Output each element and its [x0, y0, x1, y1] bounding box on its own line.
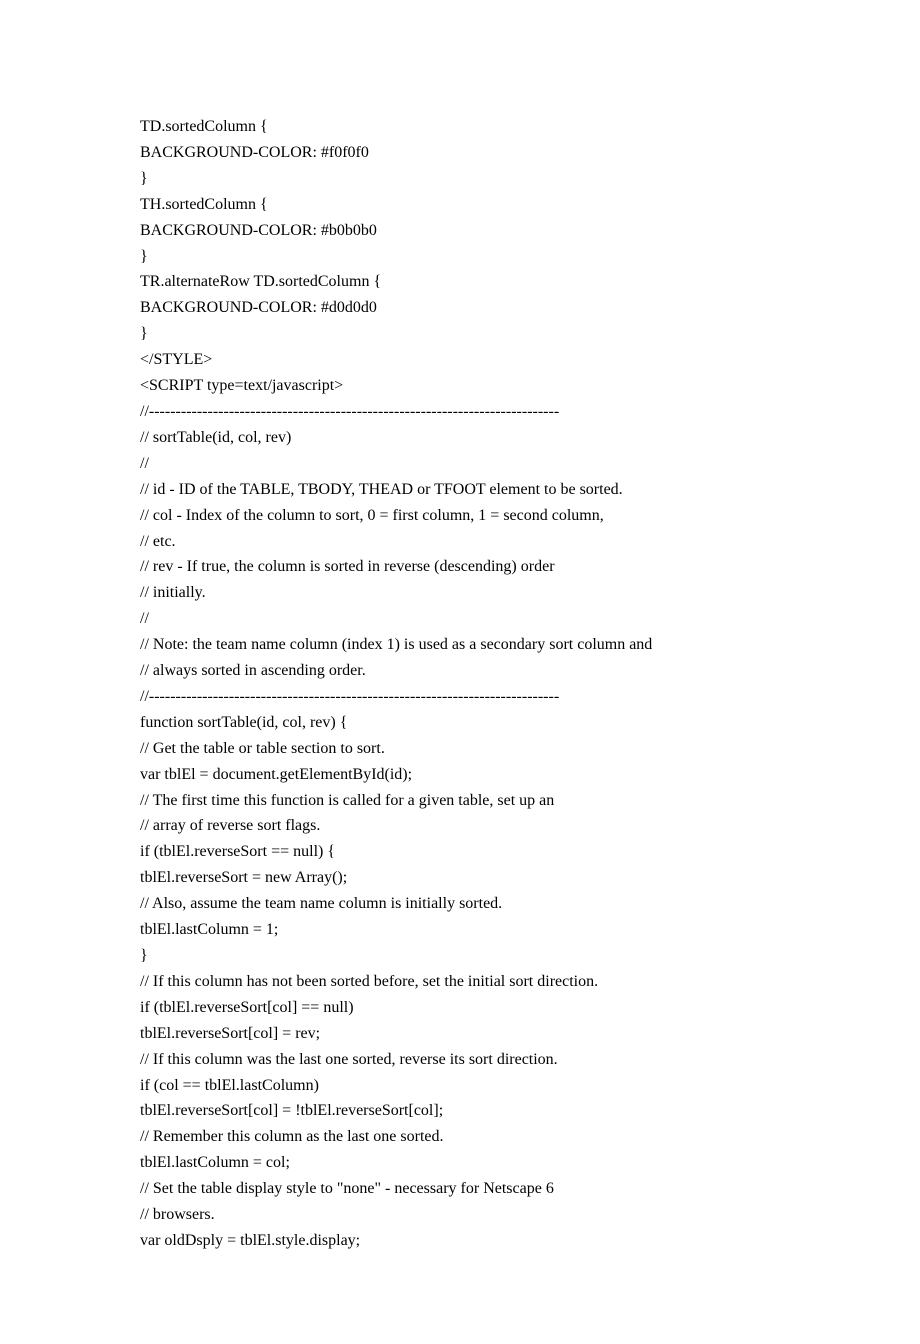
code-line: <SCRIPT type=text/javascript> — [140, 373, 780, 399]
document-page: TD.sortedColumn {BACKGROUND-COLOR: #f0f0… — [0, 0, 920, 1344]
code-line: // array of reverse sort flags. — [140, 813, 780, 839]
code-line: // sortTable(id, col, rev) — [140, 425, 780, 451]
code-line: //--------------------------------------… — [140, 684, 780, 710]
code-line: } — [140, 166, 780, 192]
code-line: if (tblEl.reverseSort[col] == null) — [140, 995, 780, 1021]
code-line: TR.alternateRow TD.sortedColumn { — [140, 269, 780, 295]
code-line: // If this column was the last one sorte… — [140, 1047, 780, 1073]
code-line: // browsers. — [140, 1202, 780, 1228]
code-line: // If this column has not been sorted be… — [140, 969, 780, 995]
code-line: // — [140, 606, 780, 632]
code-line: tblEl.reverseSort[col] = rev; — [140, 1021, 780, 1047]
code-line: } — [140, 244, 780, 270]
code-line: // always sorted in ascending order. — [140, 658, 780, 684]
code-line: BACKGROUND-COLOR: #b0b0b0 — [140, 218, 780, 244]
code-line: // rev - If true, the column is sorted i… — [140, 554, 780, 580]
code-line: TH.sortedColumn { — [140, 192, 780, 218]
code-line: var oldDsply = tblEl.style.display; — [140, 1228, 780, 1254]
code-line: // — [140, 451, 780, 477]
code-line: // Get the table or table section to sor… — [140, 736, 780, 762]
code-line: tblEl.reverseSort[col] = !tblEl.reverseS… — [140, 1098, 780, 1124]
code-line: // Also, assume the team name column is … — [140, 891, 780, 917]
code-line: // Set the table display style to "none"… — [140, 1176, 780, 1202]
code-line: // etc. — [140, 529, 780, 555]
code-listing: TD.sortedColumn {BACKGROUND-COLOR: #f0f0… — [140, 114, 780, 1254]
code-line: // initially. — [140, 580, 780, 606]
code-line: TD.sortedColumn { — [140, 114, 780, 140]
code-line: BACKGROUND-COLOR: #d0d0d0 — [140, 295, 780, 321]
code-line: // id - ID of the TABLE, TBODY, THEAD or… — [140, 477, 780, 503]
code-line: // The first time this function is calle… — [140, 788, 780, 814]
code-line: tblEl.lastColumn = 1; — [140, 917, 780, 943]
code-line: } — [140, 321, 780, 347]
code-line: BACKGROUND-COLOR: #f0f0f0 — [140, 140, 780, 166]
code-line: if (tblEl.reverseSort == null) { — [140, 839, 780, 865]
code-line: function sortTable(id, col, rev) { — [140, 710, 780, 736]
code-line: // Remember this column as the last one … — [140, 1124, 780, 1150]
code-line: if (col == tblEl.lastColumn) — [140, 1073, 780, 1099]
code-line: } — [140, 943, 780, 969]
code-line: var tblEl = document.getElementById(id); — [140, 762, 780, 788]
code-line: tblEl.lastColumn = col; — [140, 1150, 780, 1176]
code-line: //--------------------------------------… — [140, 399, 780, 425]
code-line: // col - Index of the column to sort, 0 … — [140, 503, 780, 529]
code-line: // Note: the team name column (index 1) … — [140, 632, 780, 658]
code-line: </STYLE> — [140, 347, 780, 373]
code-line: tblEl.reverseSort = new Array(); — [140, 865, 780, 891]
